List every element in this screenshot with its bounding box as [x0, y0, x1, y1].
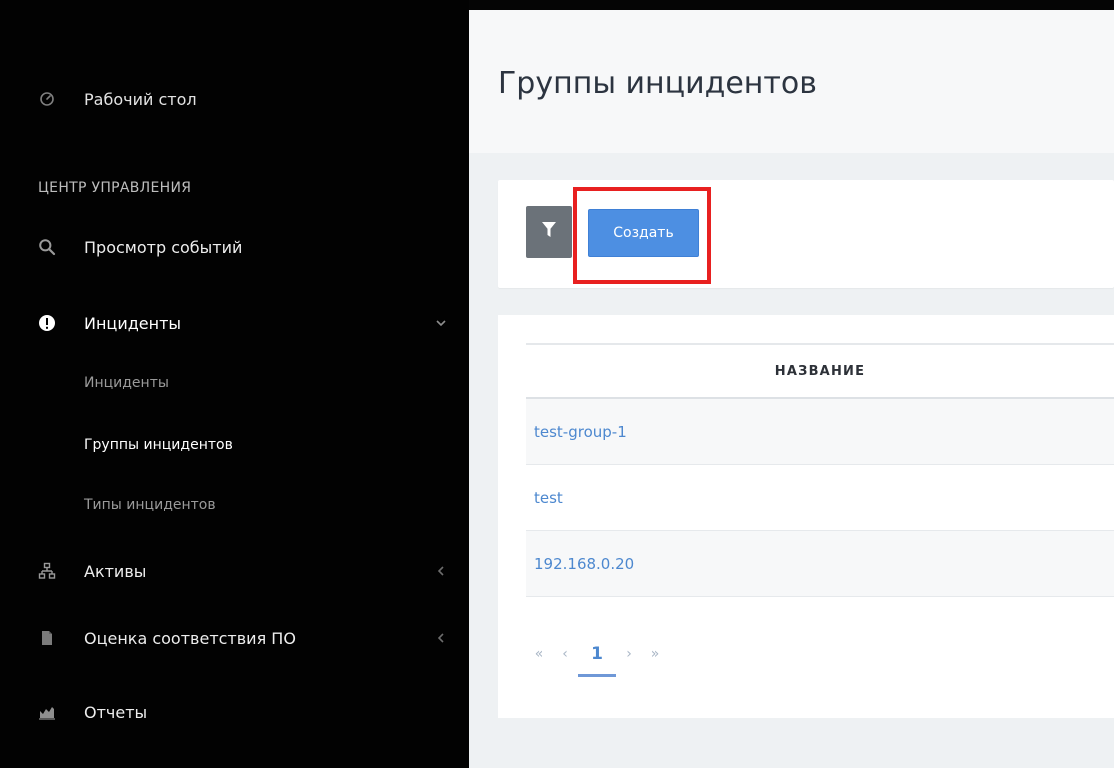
pagination-first[interactable]: «: [526, 627, 552, 681]
subnav-item-incident-types[interactable]: Типы инцидентов: [84, 497, 216, 513]
toolbar-card: Создать: [498, 180, 1114, 288]
table-card: НАЗВАНИЕ test-group-1 test 192.168.0.20 …: [498, 315, 1114, 718]
sidebar: Рабочий стол ЦЕНТР УПРАВЛЕНИЯ Просмотр с…: [0, 0, 469, 768]
page-header: Группы инцидентов: [469, 10, 1114, 153]
alert-icon: [38, 314, 56, 332]
clock-icon: [38, 90, 56, 108]
table-row[interactable]: test-group-1: [526, 399, 1114, 465]
main-content: Группы инцидентов Создать НАЗВАНИЕ test-…: [469, 10, 1114, 768]
search-icon: [38, 238, 56, 256]
incident-groups-table: НАЗВАНИЕ test-group-1 test 192.168.0.20: [526, 343, 1114, 597]
chart-icon: [38, 703, 56, 721]
app-window: Рабочий стол ЦЕНТР УПРАВЛЕНИЯ Просмотр с…: [0, 0, 1114, 768]
pagination: « ‹ 1 › »: [526, 627, 668, 681]
pagination-next[interactable]: ›: [616, 627, 642, 681]
sidebar-item-label: Оценка соответствия ПО: [84, 628, 296, 648]
sidebar-item-incidents[interactable]: Инциденты: [0, 297, 469, 349]
pagination-prev[interactable]: ‹: [552, 627, 578, 681]
row-name-link[interactable]: test-group-1: [534, 423, 627, 441]
sidebar-item-label: Просмотр событий: [84, 237, 243, 257]
create-button[interactable]: Создать: [588, 209, 699, 257]
section-title: ЦЕНТР УПРАВЛЕНИЯ: [38, 180, 192, 196]
network-icon: [38, 562, 56, 580]
table-header-name[interactable]: НАЗВАНИЕ: [526, 343, 1114, 399]
sidebar-item-dashboard[interactable]: Рабочий стол: [0, 73, 469, 125]
table-row[interactable]: 192.168.0.20: [526, 531, 1114, 597]
pagination-current-page[interactable]: 1: [578, 627, 616, 681]
sidebar-item-events[interactable]: Просмотр событий: [0, 221, 469, 273]
subnav-item-incident-groups[interactable]: Группы инцидентов: [84, 437, 233, 453]
table-row[interactable]: test: [526, 465, 1114, 531]
sidebar-item-label: Рабочий стол: [84, 89, 197, 109]
chevron-left-icon: [435, 565, 447, 577]
filter-button[interactable]: [526, 206, 572, 258]
subnav-item-incidents[interactable]: Инциденты: [84, 375, 169, 391]
sidebar-item-software-compliance[interactable]: Оценка соответствия ПО: [0, 612, 469, 664]
row-name-link[interactable]: test: [534, 489, 563, 507]
filter-icon: [541, 221, 557, 243]
row-name-link[interactable]: 192.168.0.20: [534, 555, 634, 573]
sidebar-item-label: Инциденты: [84, 313, 182, 333]
pagination-last[interactable]: »: [642, 627, 668, 681]
sidebar-item-assets[interactable]: Активы: [0, 545, 469, 597]
sidebar-item-reports[interactable]: Отчеты: [0, 686, 469, 738]
chevron-down-icon: [435, 317, 447, 329]
sidebar-item-label: Активы: [84, 561, 147, 581]
chevron-left-icon: [435, 632, 447, 644]
sidebar-item-label: Отчеты: [84, 702, 148, 722]
document-icon: [38, 629, 56, 647]
page-title: Группы инцидентов: [498, 66, 817, 101]
